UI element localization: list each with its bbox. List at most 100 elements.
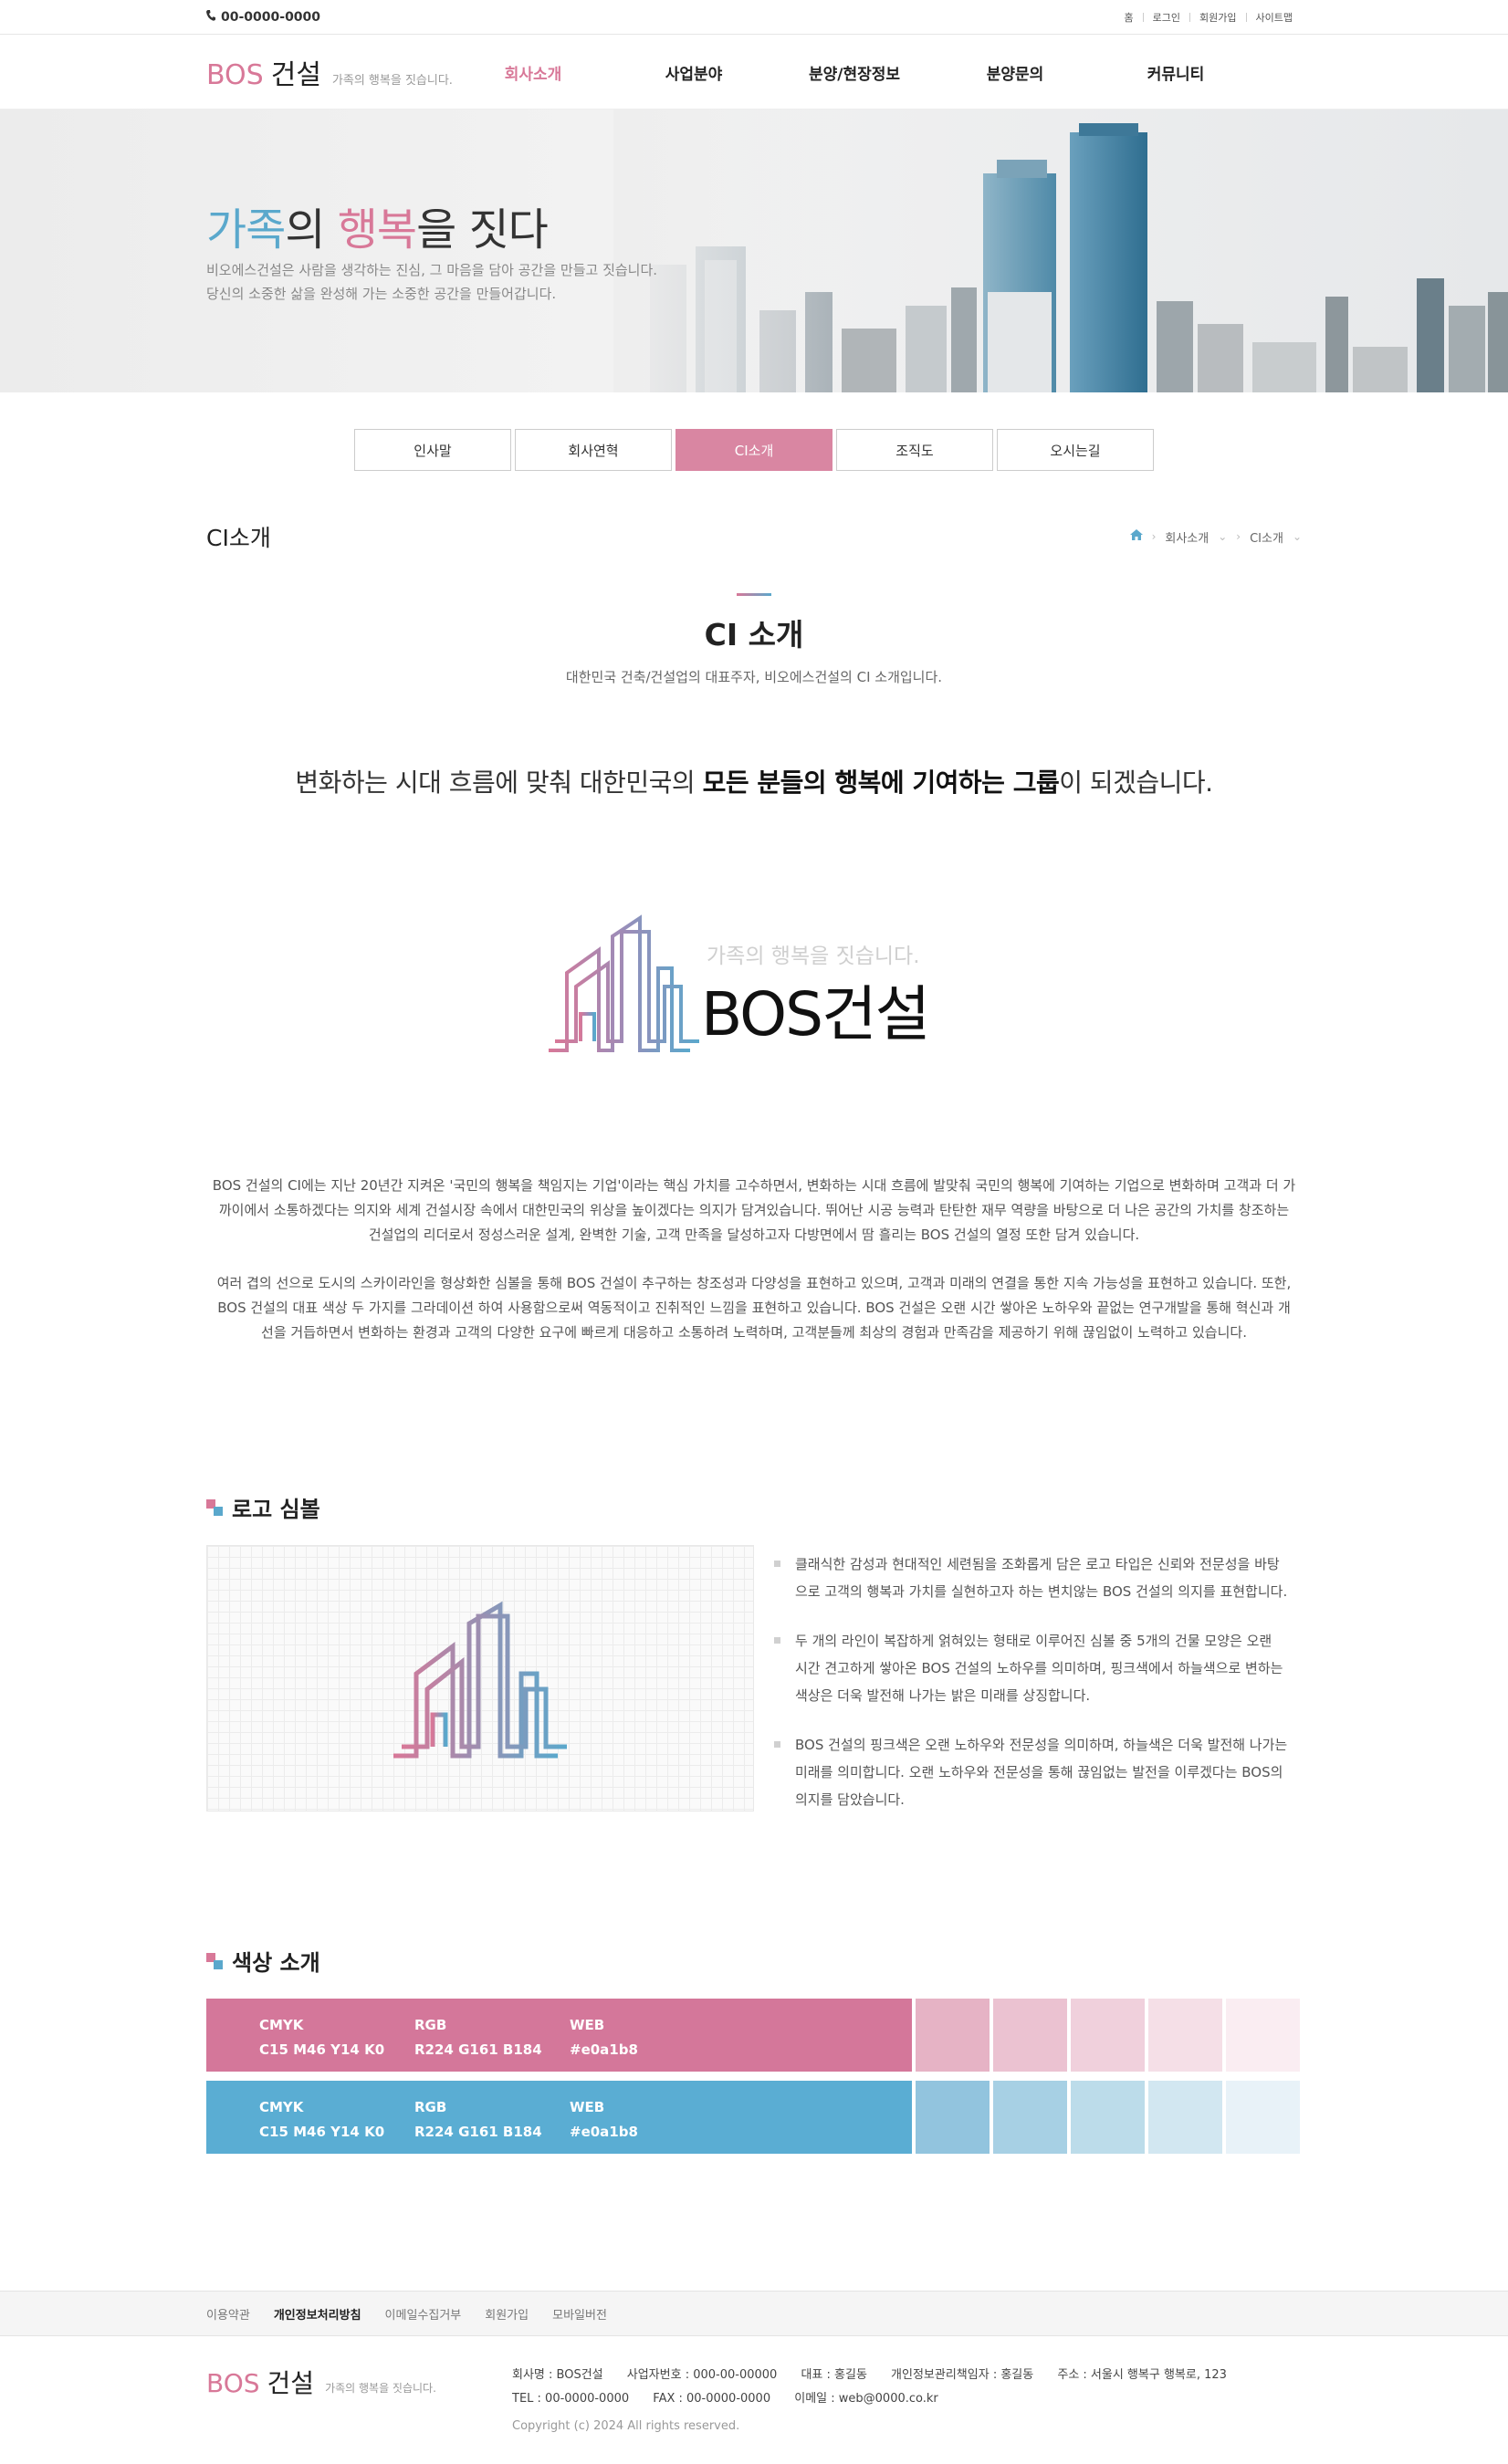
text-line: 까이에서 소통하겠다는 의지와 세계 건설시장 속에서 대한민국의 위상을 높이… xyxy=(218,1202,1290,1218)
login-link[interactable]: 로그인 xyxy=(1144,10,1189,25)
phone-number: 00-0000-0000 xyxy=(221,10,321,25)
square-bullet-icon xyxy=(206,1952,223,1969)
footer-privacy-link[interactable]: 개인정보처리방침 xyxy=(274,2305,361,2323)
footer-mobile-link[interactable]: 모바일버전 xyxy=(552,2305,607,2323)
color-swatch xyxy=(1148,1999,1222,2072)
list-item: BOS 건설의 핑크색은 오랜 노하우와 전문성을 의미하며, 하늘색은 더욱 … xyxy=(774,1731,1302,1813)
color-swatch xyxy=(993,2081,1067,2154)
hero-title: 가족의 행복을 짓다 xyxy=(206,193,549,257)
chevron-down-icon[interactable]: ⌄ xyxy=(1218,530,1227,543)
text-line: BOS 건설의 대표 색상 두 가지를 그라데이션 하여 사용함으로써 역동적이… xyxy=(217,1300,1291,1316)
chevron-right-icon: › xyxy=(1151,530,1157,543)
hero-title-happiness: 행복 xyxy=(337,204,417,256)
tab-greeting[interactable]: 인사말 xyxy=(354,429,511,471)
signup-link[interactable]: 회원가입 xyxy=(1190,10,1245,25)
footer-email-refuse-link[interactable]: 이메일수집거부 xyxy=(385,2305,462,2323)
cmyk-label: CMYK xyxy=(259,2017,304,2033)
hero-text-line1: 비오에스건설은 사람을 생각하는 진심, 그 마음을 담아 공간을 만들고 짓습… xyxy=(206,262,658,278)
company-email: 이메일 : web@0000.co.kr xyxy=(794,2392,938,2406)
logo-slogan: 가족의 행복을 짓습니다. xyxy=(325,2382,436,2395)
page-title-bar: CI소개 › 회사소개 ⌄ › CI소개 ⌄ xyxy=(206,518,1302,555)
phone-icon xyxy=(206,10,215,25)
web-value: #e0a1b8 xyxy=(570,2124,638,2140)
home-icon[interactable] xyxy=(1129,529,1143,544)
color-section: 색상 소개 CMYK C15 M46 Y14 K0 RGB R224 G161 B1… xyxy=(206,1945,1302,2154)
symbol-description-list: 클래식한 감성과 현대적인 세련됨을 조화롭게 담은 로고 타입은 신뢰와 전문… xyxy=(774,1545,1302,1835)
footer-terms-link[interactable]: 이용약관 xyxy=(206,2305,250,2323)
chevron-right-icon: › xyxy=(1236,530,1241,543)
privacy-officer: 개인정보관리책임자 : 홍길동 xyxy=(891,2368,1034,2382)
ci-paragraph-2: 여러 겹의 선으로 도시의 스카이라인을 형상화한 심볼을 통해 BOS 건설이… xyxy=(206,1271,1302,1345)
phone-contact: 00-0000-0000 xyxy=(206,10,320,25)
gradient-accent-bar xyxy=(737,593,771,596)
business-number: 사업자번호 : 000-00-00000 xyxy=(626,2368,778,2382)
tab-history[interactable]: 회사연혁 xyxy=(515,429,672,471)
top-links: 홈 로그인 회원가입 사이트맵 xyxy=(1115,10,1302,25)
list-item: 두 개의 라인이 복잡하게 얽혀있는 형태로 이루어진 심볼 중 5개의 건물 … xyxy=(774,1627,1302,1709)
tab-ci[interactable]: CI소개 xyxy=(675,429,833,471)
color-swatch xyxy=(1071,2081,1145,2154)
cmyk-label: CMYK xyxy=(259,2099,304,2115)
ci-heading: CI 소개 xyxy=(704,617,804,653)
home-link[interactable]: 홈 xyxy=(1115,10,1143,25)
ci-logo-large: 가족의 행복을 짓습니다. BOS건설 xyxy=(544,900,964,1064)
hero-title-part: 을 짓다 xyxy=(416,204,549,256)
color-swatch xyxy=(1226,1999,1300,2072)
site-logo[interactable]: BOS 건설 가족의 행복을 짓습니다. xyxy=(206,52,453,92)
cmyk-value: C15 M46 Y14 K0 xyxy=(259,2124,385,2140)
nav-inquiry[interactable]: 분양문의 xyxy=(935,61,1095,84)
tagline-post: 이 되겠습니다. xyxy=(1059,767,1213,798)
text-line: 건설업의 리더로서 정성스러운 설계, 완벽한 기술, 고객 만족을 달성하고자… xyxy=(368,1227,1140,1243)
breadcrumb-company[interactable]: 회사소개 xyxy=(1165,528,1209,546)
text-line: BOS 건설의 CI에는 지난 20년간 지켜온 '국민의 행복을 책임지는 기… xyxy=(212,1177,1296,1194)
nav-sales-info[interactable]: 분양/현장정보 xyxy=(774,61,935,84)
breadcrumb-ci[interactable]: CI소개 xyxy=(1250,528,1283,546)
ci-logo-slogan: 가족의 행복을 짓습니다. xyxy=(707,945,920,968)
color-main-pink: CMYK C15 M46 Y14 K0 RGB R224 G161 B184 WEB… xyxy=(206,1999,912,2072)
color-row-pink: CMYK C15 M46 Y14 K0 RGB R224 G161 B184 WEB… xyxy=(206,1999,1302,2072)
logo-bos: BOS xyxy=(206,2368,260,2398)
nav-community[interactable]: 커뮤니티 xyxy=(1095,61,1256,84)
hero-title-part: 의 xyxy=(285,204,338,256)
rgb-label: RGB xyxy=(414,2099,447,2115)
tagline-pre: 변화하는 시대 흐름에 맞춰 대한민국의 xyxy=(295,767,703,798)
text-line: 선을 거듭하면서 변화하는 환경과 고객의 다양한 요구에 빠르게 대응하고 소… xyxy=(261,1324,1247,1341)
web-value: #e0a1b8 xyxy=(570,2041,638,2058)
footer-logo[interactable]: BOS 건설 가족의 행복을 짓습니다. xyxy=(206,2364,512,2464)
bullet-icon xyxy=(774,1741,780,1748)
text-line: 클래식한 감성과 현대적인 세련됨을 조화롭게 담은 로고 타입은 신뢰와 전문… xyxy=(795,1556,1280,1572)
rgb-label: RGB xyxy=(414,2017,447,2033)
company-address: 주소 : 서울시 행복구 행복로, 123 xyxy=(1057,2368,1227,2382)
color-swatch xyxy=(916,1999,990,2072)
text-line: 으로 고객의 행복과 가치를 실현하고자 하는 변치않는 BOS 건설의 의지를… xyxy=(795,1583,1288,1600)
color-swatch xyxy=(1226,2081,1300,2154)
logo-kr: 건설 xyxy=(270,59,321,91)
color-swatch xyxy=(916,2081,990,2154)
tab-organization[interactable]: 조직도 xyxy=(836,429,993,471)
tagline-bold: 모든 분들의 행복에 기여하는 그룹 xyxy=(702,767,1060,798)
ci-paragraph-1: BOS 건설의 CI에는 지난 20년간 지켜온 '국민의 행복을 책임지는 기… xyxy=(206,1174,1302,1248)
web-label: WEB xyxy=(570,2017,605,2033)
list-item: 클래식한 감성과 현대적인 세련됨을 조화롭게 담은 로고 타입은 신뢰와 전문… xyxy=(774,1550,1302,1605)
sitemap-link[interactable]: 사이트맵 xyxy=(1247,10,1302,25)
ci-description: BOS 건설의 CI에는 지난 20년간 지켜온 '국민의 행복을 책임지는 기… xyxy=(206,1174,1302,1345)
top-utility-bar: 00-0000-0000 홈 로그인 회원가입 사이트맵 xyxy=(0,0,1508,35)
rgb-value: R224 G161 B184 xyxy=(414,2041,542,2058)
text-line: 색상은 더욱 발전해 나가는 밝은 미래를 상징합니다. xyxy=(795,1687,1091,1704)
footer-info: BOS 건설 가족의 행복을 짓습니다. 회사명 : BOS건설 사업자번호 :… xyxy=(0,2336,1508,2464)
footer-signup-link[interactable]: 회원가입 xyxy=(485,2305,529,2323)
copyright: Copyright (c) 2024 All rights reserved. xyxy=(512,2419,740,2433)
symbol-grid-box xyxy=(206,1545,754,1811)
ci-tagline: 변화하는 시대 흐름에 맞춰 대한민국의 모든 분들의 행복에 기여하는 그룹이… xyxy=(206,763,1302,799)
nav-business[interactable]: 사업분야 xyxy=(613,61,774,84)
hero-text-line2: 당신의 소중한 삶을 완성해 가는 소중한 공간을 만들어갑니다. xyxy=(206,286,557,302)
tab-directions[interactable]: 오시는길 xyxy=(997,429,1154,471)
nav-company[interactable]: 회사소개 xyxy=(453,61,613,84)
logo-symbol-heading: 로고 심볼 xyxy=(206,1491,1302,1523)
bullet-icon xyxy=(774,1561,780,1567)
chevron-down-icon[interactable]: ⌄ xyxy=(1293,530,1302,543)
company-fax: FAX : 00-0000-0000 xyxy=(653,2392,771,2406)
page-title: CI소개 xyxy=(206,525,271,551)
text-line: BOS 건설의 핑크색은 오랜 노하우와 전문성을 의미하며, 하늘색은 더욱 … xyxy=(795,1737,1288,1753)
logo-kr: 건설 xyxy=(267,2368,315,2398)
